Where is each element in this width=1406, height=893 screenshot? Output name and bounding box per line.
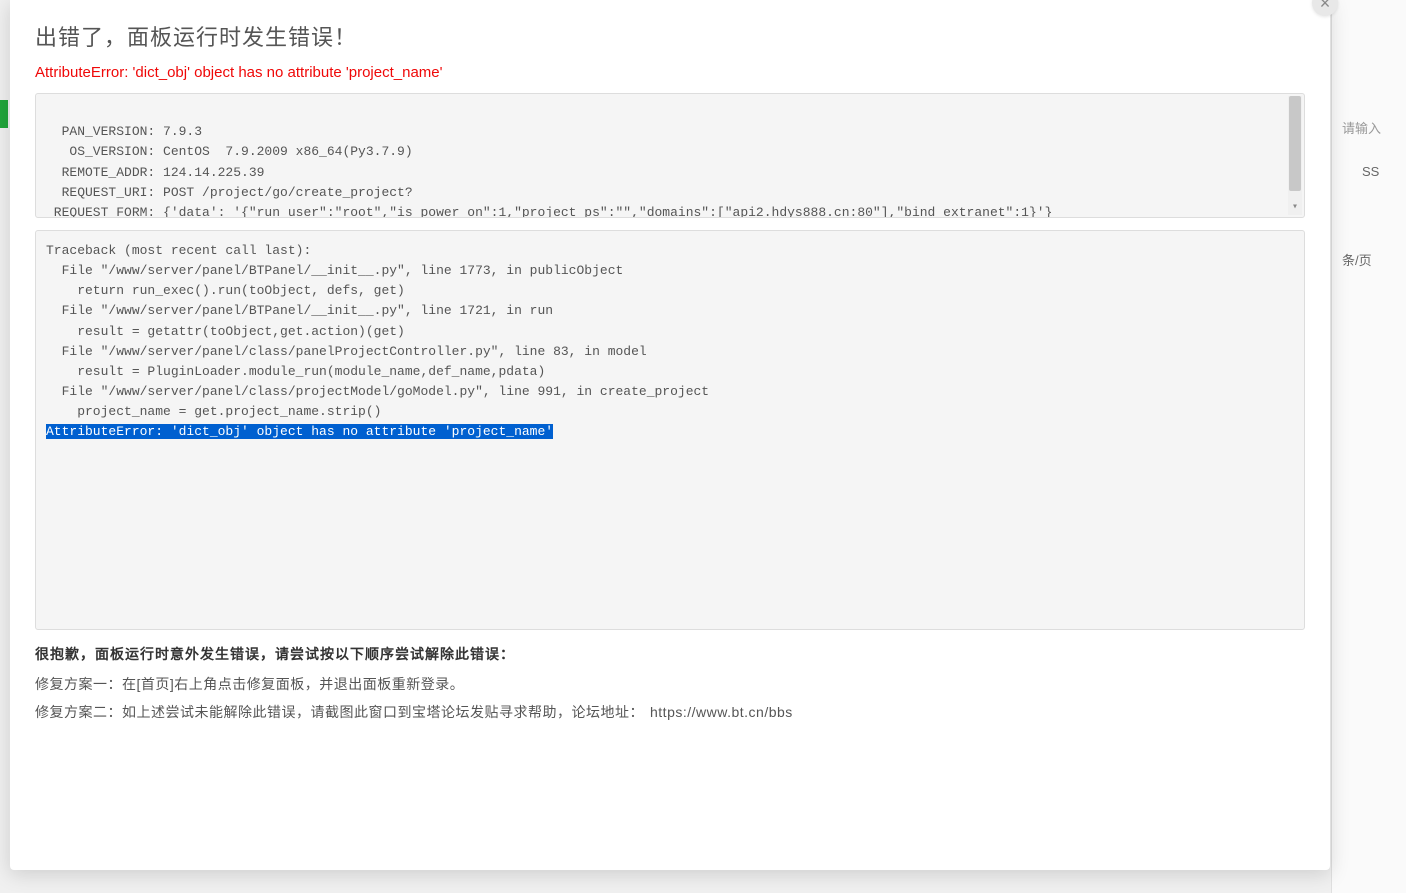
solution-2-prefix: 修复方案二：如上述尝试未能解除此错误，请截图此窗口到宝塔论坛发贴寻求帮助，论坛地…: [35, 704, 644, 720]
bg-per-page-label: 条/页: [1342, 250, 1372, 269]
traceback-block[interactable]: Traceback (most recent call last): File …: [35, 230, 1305, 630]
request-info-block[interactable]: PAN_VERSION: 7.9.3 OS_VERSION: CentOS 7.…: [35, 93, 1305, 218]
solution-2: 修复方案二：如上述尝试未能解除此错误，请截图此窗口到宝塔论坛发贴寻求帮助，论坛地…: [35, 702, 1305, 722]
request-info-text: PAN_VERSION: 7.9.3 OS_VERSION: CentOS 7.…: [46, 122, 1294, 218]
error-message: AttributeError: 'dict_obj' object has no…: [35, 64, 1305, 81]
traceback-text: Traceback (most recent call last): File …: [46, 243, 709, 419]
solution-1: 修复方案一：在[首页]右上角点击修复面板，并退出面板重新登录。: [35, 674, 1305, 694]
scrollbar-thumb[interactable]: [1289, 96, 1301, 191]
apology-heading: 很抱歉，面板运行时意外发生错误，请尝试按以下顺序尝试解除此错误：: [35, 644, 1305, 664]
bg-ss-label: SS: [1362, 164, 1379, 179]
error-title: 出错了，面板运行时发生错误！: [35, 20, 1305, 52]
traceback-error-line: AttributeError: 'dict_obj' object has no…: [46, 424, 553, 439]
error-modal: × 出错了，面板运行时发生错误！ AttributeError: 'dict_o…: [10, 0, 1330, 870]
close-icon: ×: [1320, 0, 1331, 14]
bg-accent-bar: [0, 100, 8, 128]
scrollbar-down-icon[interactable]: ▾: [1289, 201, 1301, 215]
bg-right-panel: 请输入 SS 条/页: [1331, 0, 1406, 893]
scrollbar-vertical[interactable]: ▾: [1288, 96, 1302, 215]
forum-link[interactable]: https://www.bt.cn/bbs: [650, 704, 793, 720]
bg-search-placeholder: 请输入: [1342, 118, 1381, 137]
